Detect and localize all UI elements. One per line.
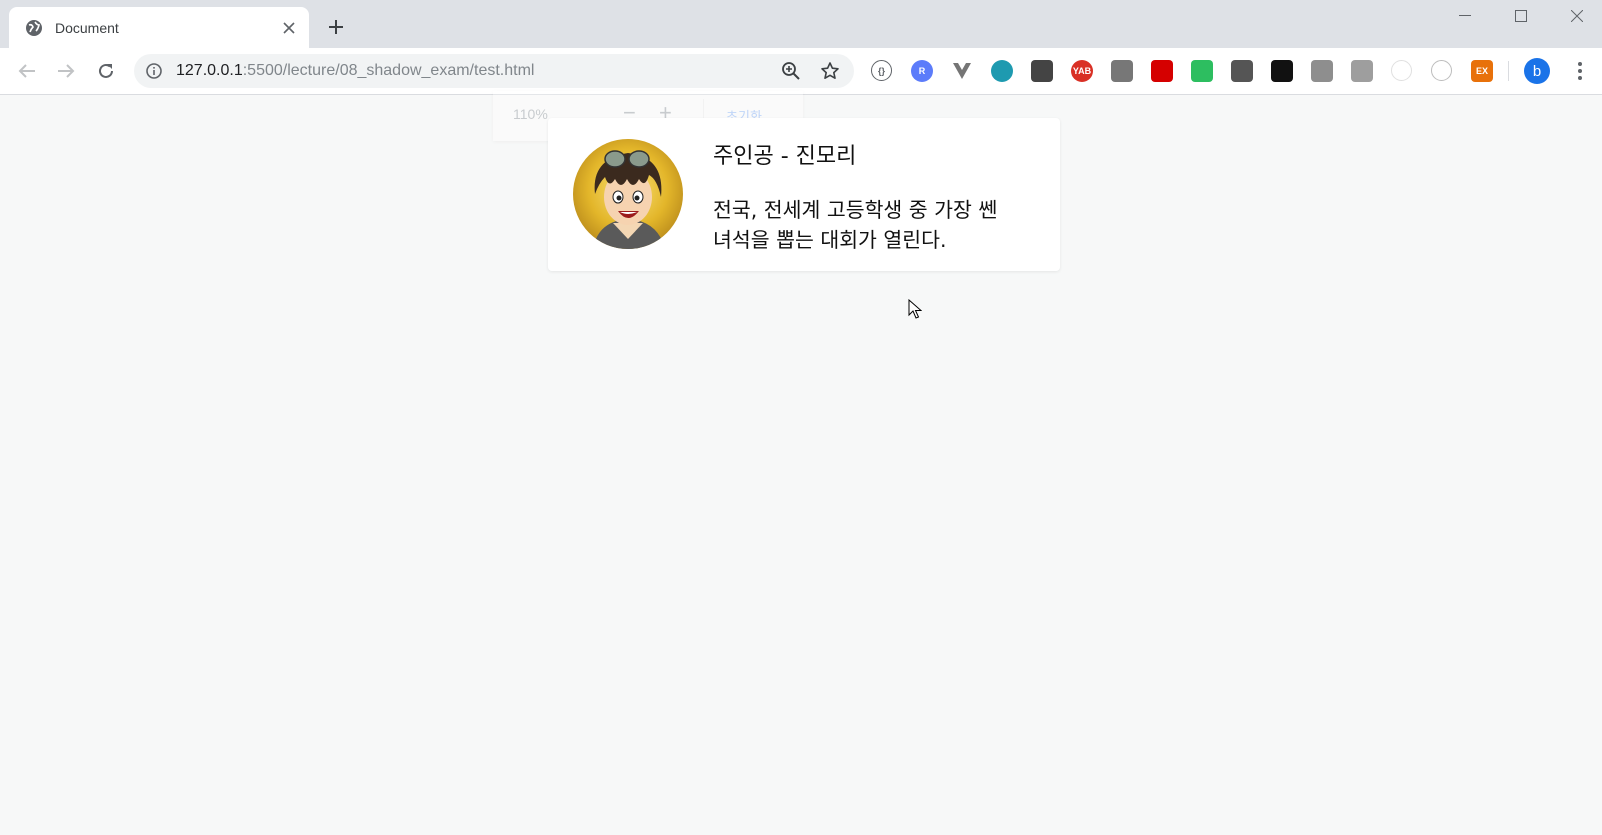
- character-portrait: [573, 139, 683, 249]
- vue-ext-icon[interactable]: [951, 60, 973, 82]
- close-tab-icon[interactable]: [279, 18, 299, 38]
- url-host: 127.0.0.1: [176, 62, 243, 79]
- minimize-icon: [1459, 15, 1471, 16]
- reload-button[interactable]: [93, 58, 119, 84]
- stop-hand-ext-icon[interactable]: [1151, 60, 1173, 82]
- zoom-icon[interactable]: [781, 61, 801, 81]
- yab-ext-icon[interactable]: YAB: [1071, 60, 1093, 82]
- rainbow-ext-icon[interactable]: [1311, 60, 1333, 82]
- plus-icon: [329, 20, 343, 34]
- url-text[interactable]: 127.0.0.1:5500/lecture/08_shadow_exam/te…: [176, 62, 534, 80]
- braces-ext-icon[interactable]: {}: [871, 60, 892, 81]
- globe-icon: [25, 19, 43, 37]
- r-ext-label: R: [918, 66, 926, 76]
- forward-button[interactable]: [53, 58, 79, 84]
- browser-tab[interactable]: Document: [9, 7, 309, 48]
- evernote-ext-icon[interactable]: [1191, 60, 1213, 82]
- glasses-ext-icon[interactable]: [1271, 60, 1293, 82]
- faded-ext-icon[interactable]: [1391, 60, 1412, 81]
- new-tab-button[interactable]: [325, 16, 347, 38]
- zoom-level: 110%: [513, 106, 548, 122]
- browser-toolbar: 127.0.0.1:5500/lecture/08_shadow_exam/te…: [0, 48, 1602, 95]
- card-title: 주인공 - 진모리: [713, 144, 857, 169]
- box-ext-icon[interactable]: [1351, 60, 1373, 82]
- maximize-button[interactable]: [1496, 2, 1546, 30]
- braces-ext-label: {}: [877, 65, 885, 76]
- target-ext-icon[interactable]: [1431, 60, 1452, 81]
- yab-ext-label: YAB: [1072, 66, 1092, 76]
- r-ext-icon[interactable]: R: [911, 60, 933, 82]
- profile-card: 주인공 - 진모리 전국, 전세계 고등학생 중 가장 쎈 녀석을 뽑는 대회가…: [548, 118, 1060, 271]
- back-button[interactable]: [14, 58, 40, 84]
- arrow-left-icon: [18, 64, 35, 78]
- arrow-right-icon: [58, 64, 75, 78]
- toolbar-separator: [1508, 61, 1509, 81]
- film-ext-icon[interactable]: [1111, 60, 1133, 82]
- window-close-button[interactable]: [1552, 2, 1602, 30]
- eyedropper-ext-icon[interactable]: [1231, 60, 1253, 82]
- address-bar[interactable]: 127.0.0.1:5500/lecture/08_shadow_exam/te…: [134, 54, 854, 88]
- browser-menu-icon[interactable]: [1570, 58, 1590, 84]
- url-path: :5500/lecture/08_shadow_exam/test.html: [242, 62, 535, 79]
- monitor-ext-icon[interactable]: [1031, 60, 1053, 82]
- tab-title: Document: [55, 19, 119, 36]
- tab-strip: Document: [0, 0, 1602, 48]
- close-icon: [1571, 10, 1583, 22]
- mouse-cursor-icon: [908, 299, 922, 319]
- star-icon[interactable]: [820, 61, 840, 81]
- profile-avatar[interactable]: b: [1524, 58, 1550, 84]
- maximize-icon: [1515, 10, 1527, 22]
- ex-ext-label: EX: [1475, 66, 1488, 76]
- info-icon[interactable]: [146, 63, 162, 79]
- ex-ext-icon[interactable]: EX: [1471, 60, 1493, 82]
- reload-icon: [99, 63, 113, 78]
- teal-circle-ext-icon[interactable]: [991, 60, 1013, 82]
- card-description: 전국, 전세계 고등학생 중 가장 쎈 녀석을 뽑는 대회가 열린다.: [713, 198, 998, 252]
- minimize-button[interactable]: [1440, 2, 1490, 30]
